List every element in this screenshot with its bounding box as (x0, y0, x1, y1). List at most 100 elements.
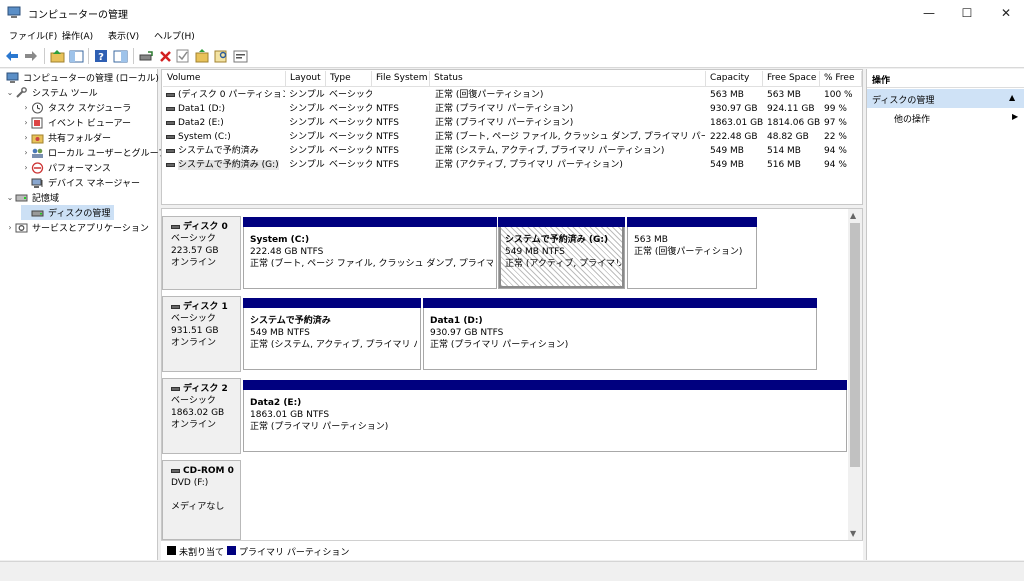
tree-item-system-tools[interactable]: ⌄ システム ツール (5, 85, 98, 100)
column-header-free-space[interactable]: Free Space (763, 71, 820, 87)
volume-cell-capacity[interactable]: 549 MB (710, 158, 763, 172)
disk-0-label[interactable]: ディスク 0 ベーシック 223.57 GB オンライン (162, 216, 241, 290)
volume-cell-capacity[interactable]: 563 MB (710, 88, 763, 102)
volume-cell-capacity[interactable]: 222.48 GB (710, 130, 763, 144)
tree-item-storage[interactable]: ⌄ 記憶域 (5, 190, 59, 205)
tree-item-computer-management[interactable]: コンピューターの管理 (ローカル) (3, 70, 159, 85)
volume-cell-pct[interactable]: 100 % (824, 88, 862, 102)
volume-cell-capacity[interactable]: 549 MB (710, 144, 763, 158)
volume-cell-type[interactable]: ベーシック (329, 144, 372, 158)
cdrom-0-label[interactable]: CD-ROM 0 DVD (F:) メディアなし (162, 460, 241, 540)
volume-cell-layout[interactable]: シンプル (289, 102, 326, 116)
volume-cell-status[interactable]: 正常 (システム, アクティブ, プライマリ パーティション) (435, 144, 705, 158)
menu-view[interactable]: 表示(V) (108, 29, 139, 42)
volume-cell-free[interactable]: 48.82 GB (767, 130, 820, 144)
tree-item-event-viewer[interactable]: › イベント ビューアー (21, 115, 131, 130)
volume-cell-status[interactable]: 正常 (プライマリ パーティション) (435, 116, 705, 130)
chevron-right-icon[interactable]: › (21, 163, 31, 172)
volume-cell-free[interactable]: 514 MB (767, 144, 820, 158)
menu-action[interactable]: 操作(A) (62, 29, 93, 42)
search-folder-icon[interactable] (213, 48, 229, 64)
tree-item-shared-folders[interactable]: › 共有フォルダー (21, 130, 111, 145)
volume-cell-capacity[interactable]: 930.97 GB (710, 102, 763, 116)
volume-cell-status[interactable]: 正常 (アクティブ, プライマリ パーティション) (435, 158, 705, 172)
delete-icon[interactable] (157, 48, 173, 64)
tree-item-device-manager[interactable]: デバイス マネージャー (21, 175, 140, 190)
volume-cell-layout[interactable]: シンプル (289, 158, 326, 172)
volume-cell-pct[interactable]: 97 % (824, 116, 862, 130)
volume-cell-layout[interactable]: シンプル (289, 88, 326, 102)
actions-section-disk-management[interactable]: ディスクの管理 ▲ (867, 89, 1024, 108)
tree-item-services-apps[interactable]: › サービスとアプリケーション (5, 220, 149, 235)
tree-item-disk-management[interactable]: ディスクの管理 (21, 205, 115, 220)
column-header-status[interactable]: Status (430, 71, 706, 87)
volume-row[interactable]: Data1 (D:) (166, 102, 285, 116)
volume-cell-layout[interactable]: シンプル (289, 144, 326, 158)
volume-cell-pct[interactable]: 22 % (824, 130, 862, 144)
volume-row[interactable]: (ディスク 0 パーティション 2) (166, 88, 285, 102)
chevron-right-icon[interactable]: › (21, 148, 31, 157)
volume-cell-free[interactable]: 1814.06 GB (767, 116, 820, 130)
volume-cell-layout[interactable]: シンプル (289, 116, 326, 130)
column-header-volume[interactable]: Volume (163, 71, 286, 87)
connect-drive-icon[interactable] (138, 48, 154, 64)
disk-1-label[interactable]: ディスク 1 ベーシック 931.51 GB オンライン (162, 296, 241, 372)
back-arrow-icon[interactable] (4, 48, 20, 64)
volume-row[interactable]: Data2 (E:) (166, 116, 285, 130)
tree-item-performance[interactable]: › パフォーマンス (21, 160, 111, 175)
disk-2-label[interactable]: ディスク 2 ベーシック 1863.02 GB オンライン (162, 378, 241, 454)
settings-icon[interactable] (232, 48, 248, 64)
volume-cell-fs[interactable]: NTFS (376, 116, 430, 130)
chevron-right-icon[interactable]: › (21, 133, 31, 142)
volume-cell-status[interactable]: 正常 (回復パーティション) (435, 88, 705, 102)
partition-recovery[interactable]: 563 MB 正常 (回復パーティション) (627, 217, 757, 289)
menu-file[interactable]: ファイル(F) (9, 29, 57, 42)
scrollbar-thumb[interactable] (850, 223, 860, 467)
up-folder-icon[interactable] (49, 48, 65, 64)
partition-system-c[interactable]: System (C:) 222.48 GB NTFS 正常 (ブート, ページ … (243, 217, 497, 289)
volume-cell-layout[interactable]: シンプル (289, 130, 326, 144)
properties-pane-icon[interactable] (112, 48, 128, 64)
volume-row[interactable]: System (C:) (166, 130, 285, 144)
volume-cell-type[interactable]: ベーシック (329, 130, 372, 144)
chevron-down-icon[interactable]: ⌄ (5, 193, 15, 202)
volume-cell-pct[interactable]: 94 % (824, 158, 862, 172)
maximize-button[interactable]: ☐ (950, 0, 984, 26)
volume-cell-free[interactable]: 516 MB (767, 158, 820, 172)
forward-arrow-icon[interactable] (23, 48, 39, 64)
column-header-layout[interactable]: Layout (286, 71, 326, 87)
volume-row[interactable]: システムで予約済み (G:) (166, 158, 285, 172)
volume-cell-type[interactable]: ベーシック (329, 88, 372, 102)
chevron-right-icon[interactable]: › (21, 118, 31, 127)
volume-cell-free[interactable]: 563 MB (767, 88, 820, 102)
partition-data1-d[interactable]: Data1 (D:) 930.97 GB NTFS 正常 (プライマリ パーティ… (423, 298, 817, 370)
show-hide-tree-icon[interactable] (68, 48, 84, 64)
partition-reserved-g[interactable]: システムで予約済み (G:) 549 MB NTFS 正常 (アクティブ, プラ… (498, 217, 625, 289)
tree-item-local-users[interactable]: › ローカル ユーザーとグループ (21, 145, 167, 160)
volume-cell-free[interactable]: 924.11 GB (767, 102, 820, 116)
partition-data2-e[interactable]: Data2 (E:) 1863.01 GB NTFS 正常 (プライマリ パーテ… (243, 380, 847, 452)
chevron-right-icon[interactable]: › (21, 103, 31, 112)
minimize-button[interactable]: — (912, 0, 946, 26)
chevron-down-icon[interactable]: ⌄ (5, 88, 15, 97)
partition-system-reserved[interactable]: システムで予約済み 549 MB NTFS 正常 (システム, アクティブ, プ… (243, 298, 421, 370)
volume-cell-fs[interactable]: NTFS (376, 144, 430, 158)
column-header-pct-free[interactable]: % Free (820, 71, 862, 87)
volume-cell-fs[interactable] (376, 88, 430, 102)
checkmark-icon[interactable] (175, 48, 191, 64)
scroll-down-icon[interactable]: ▼ (850, 529, 856, 538)
volume-cell-pct[interactable]: 94 % (824, 144, 862, 158)
scroll-up-icon[interactable]: ▲ (850, 211, 856, 220)
column-header-file-system[interactable]: File System (372, 71, 430, 87)
chevron-right-icon[interactable]: › (5, 223, 15, 232)
collapse-up-icon[interactable]: ▲ (1009, 93, 1015, 102)
volume-cell-fs[interactable]: NTFS (376, 130, 430, 144)
volume-cell-fs[interactable]: NTFS (376, 158, 430, 172)
volume-cell-type[interactable]: ベーシック (329, 102, 372, 116)
more-actions-item[interactable]: 他の操作 ▶ (894, 112, 1022, 128)
volume-cell-status[interactable]: 正常 (プライマリ パーティション) (435, 102, 705, 116)
volume-cell-pct[interactable]: 99 % (824, 102, 862, 116)
disk-map-scrollbar[interactable]: ▲ ▼ (848, 209, 862, 559)
column-header-capacity[interactable]: Capacity (706, 71, 763, 87)
tree-item-task-scheduler[interactable]: › タスク スケジューラ (21, 100, 131, 115)
